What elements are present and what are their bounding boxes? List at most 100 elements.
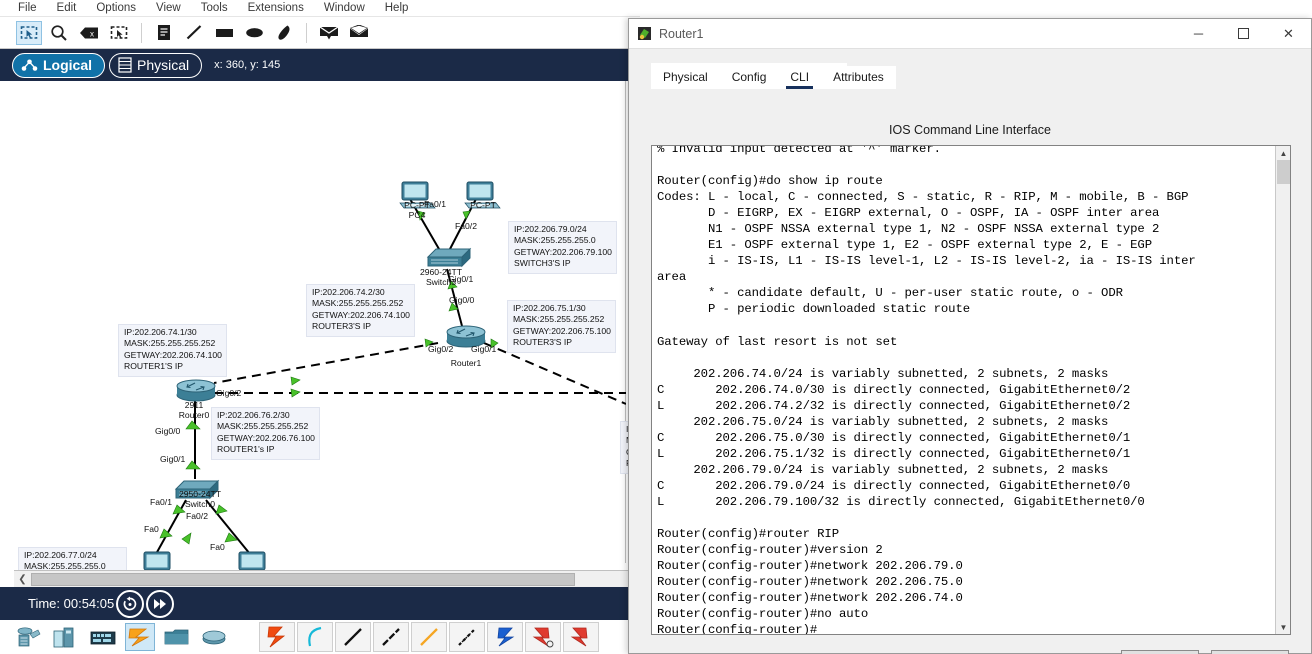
copper-crossover-icon[interactable]: [373, 622, 409, 652]
cli-scroll-thumb[interactable]: [1277, 160, 1290, 184]
port-label: Gig0/2: [428, 344, 454, 354]
misc-icon[interactable]: [162, 623, 192, 651]
device-label-switch0: 2950-24TT Switch0: [178, 489, 222, 509]
envelope-complex-icon[interactable]: [346, 21, 372, 45]
svg-text:x: x: [90, 29, 94, 38]
tab-cli[interactable]: CLI: [778, 66, 822, 89]
ip-label-router1-gig02[interactable]: IP:202.206.74.1/30 MASK:255.255.255.252 …: [118, 324, 227, 377]
device-label-pc5: PC-PT: [470, 200, 496, 210]
device-label-router1: Router1: [450, 358, 482, 368]
view-mode-bar: Logical Physical x: 360, y: 145: [0, 49, 640, 81]
zoom-reset-icon[interactable]: x: [76, 21, 102, 45]
cli-terminal[interactable]: % Invalid input detected at '^' marker. …: [651, 145, 1291, 635]
device-type-palette: [0, 620, 255, 654]
serial-dte-icon[interactable]: [563, 622, 599, 652]
scroll-thumb[interactable]: [31, 572, 575, 586]
maximize-button[interactable]: [1221, 19, 1266, 48]
port-label: Fa0/2: [186, 511, 208, 521]
physical-view-button[interactable]: Physical: [109, 52, 203, 78]
logical-label: Logical: [43, 57, 93, 73]
logical-workspace-canvas[interactable]: PC-PT PC4 PC-PT 2960-24TT Switch3 Router…: [14, 81, 640, 578]
note-icon[interactable]: [151, 21, 177, 45]
menu-view[interactable]: View: [156, 2, 181, 14]
select-icon[interactable]: [16, 20, 42, 45]
phone-icon[interactable]: [449, 622, 485, 652]
simulation-time-bar: Time: 00:54:05: [0, 587, 640, 620]
draw-ellipse-icon[interactable]: [241, 21, 267, 45]
device-selection-bar: [0, 620, 640, 654]
end-devices-icon[interactable]: [51, 623, 81, 651]
connections-icon[interactable]: [125, 623, 155, 651]
coaxial-icon[interactable]: [487, 622, 523, 652]
router-tabs: Physical Config CLI Attributes: [651, 63, 896, 89]
draw-line-icon[interactable]: [181, 21, 207, 45]
tab-physical[interactable]: Physical: [651, 66, 720, 89]
menu-extensions[interactable]: Extensions: [248, 2, 304, 14]
draw-freeform-icon[interactable]: [271, 21, 297, 45]
zoom-fit-icon[interactable]: [106, 21, 132, 45]
fiber-icon[interactable]: [411, 622, 447, 652]
toolbar-separator-2: [306, 22, 307, 43]
menu-bar: File Edit Options View Tools Extensions …: [0, 0, 640, 17]
physical-rack-icon: [118, 57, 132, 73]
logical-topology-icon: [21, 59, 38, 71]
ip-label-switch3[interactable]: IP:202.206.79.0/24 MASK:255.255.255.0 GE…: [508, 221, 617, 274]
packet-tracer-app: File Edit Options View Tools Extensions …: [0, 0, 1312, 654]
logical-canvas-wrapper: PC-PT PC4 PC-PT 2960-24TT Switch3 Router…: [0, 81, 640, 578]
physical-label: Physical: [137, 57, 190, 73]
copper-straight-icon[interactable]: [335, 622, 371, 652]
menu-edit[interactable]: Edit: [57, 2, 77, 14]
port-label: Fa0: [210, 542, 225, 552]
cli-vertical-scrollbar[interactable]: ▲ ▼: [1275, 146, 1290, 634]
device-router0-icon[interactable]: [174, 378, 218, 402]
tab-config[interactable]: Config: [719, 66, 779, 89]
router1-device-window: Router1 ─ ✕ Physical Config CLI Attribut…: [628, 18, 1312, 654]
scroll-left-icon[interactable]: ❮: [14, 571, 31, 588]
router-window-title: Router1: [659, 26, 704, 41]
toolbar-separator-1: [141, 22, 142, 43]
close-button[interactable]: ✕: [1266, 19, 1311, 48]
multiuser-icon[interactable]: [199, 623, 229, 651]
logical-view-button[interactable]: Logical: [12, 52, 106, 78]
maximize-icon: [1238, 28, 1249, 39]
envelope-simple-icon[interactable]: [316, 21, 342, 45]
port-label: Gig0/0: [449, 295, 475, 305]
menu-options[interactable]: Options: [96, 2, 136, 14]
menu-file[interactable]: File: [18, 2, 37, 14]
auto-connect-icon[interactable]: [259, 622, 295, 652]
ip-label-router3-gig01[interactable]: IP:202.206.75.1/30 MASK:255.255.255.252 …: [507, 300, 616, 353]
canvas-horizontal-scrollbar[interactable]: ❮: [14, 570, 640, 587]
main-toolbar: x: [0, 17, 640, 49]
port-label: Gig0/1: [448, 274, 474, 284]
port-label: Fa0/2: [455, 221, 477, 231]
menu-tools[interactable]: Tools: [201, 2, 228, 14]
cli-scroll-down-icon[interactable]: ▼: [1276, 620, 1290, 634]
port-label: Gig0/0: [155, 426, 181, 436]
cli-output-text: % Invalid input detected at '^' marker. …: [657, 145, 1196, 635]
tab-attributes[interactable]: Attributes: [821, 66, 896, 89]
fast-forward-icon[interactable]: [146, 589, 175, 618]
ip-label-router1-gig00[interactable]: IP:202.206.76.2/30 MASK:255.255.255.252 …: [211, 407, 320, 460]
ip-label-router3-gig02[interactable]: IP:202.206.74.2/30 MASK:255.255.255.252 …: [306, 284, 415, 337]
menu-window[interactable]: Window: [324, 2, 365, 14]
zoom-in-icon[interactable]: [46, 21, 72, 45]
router-window-titlebar[interactable]: Router1 ─ ✕: [629, 19, 1311, 49]
serial-dce-icon[interactable]: [525, 622, 561, 652]
cli-header-label: IOS Command Line Interface: [889, 123, 1051, 137]
draw-rect-icon[interactable]: [211, 21, 237, 45]
console-icon[interactable]: [297, 622, 333, 652]
router-window-actions: Copy Paste: [1121, 650, 1289, 654]
minimize-button[interactable]: ─: [1176, 19, 1221, 48]
paste-button[interactable]: Paste: [1211, 650, 1289, 654]
port-label: Fa0/1: [424, 199, 446, 209]
components-icon[interactable]: [88, 623, 118, 651]
copy-button[interactable]: Copy: [1121, 650, 1199, 654]
connection-type-palette: [255, 620, 640, 654]
port-label: Gig0/1: [160, 454, 186, 464]
menu-help[interactable]: Help: [385, 2, 409, 14]
replay-icon[interactable]: [116, 589, 145, 618]
port-label: Gig0/1: [471, 344, 497, 354]
network-devices-icon[interactable]: [14, 623, 44, 651]
cli-scroll-up-icon[interactable]: ▲: [1276, 146, 1290, 160]
packet-tracer-main-window: File Edit Options View Tools Extensions …: [0, 0, 640, 654]
